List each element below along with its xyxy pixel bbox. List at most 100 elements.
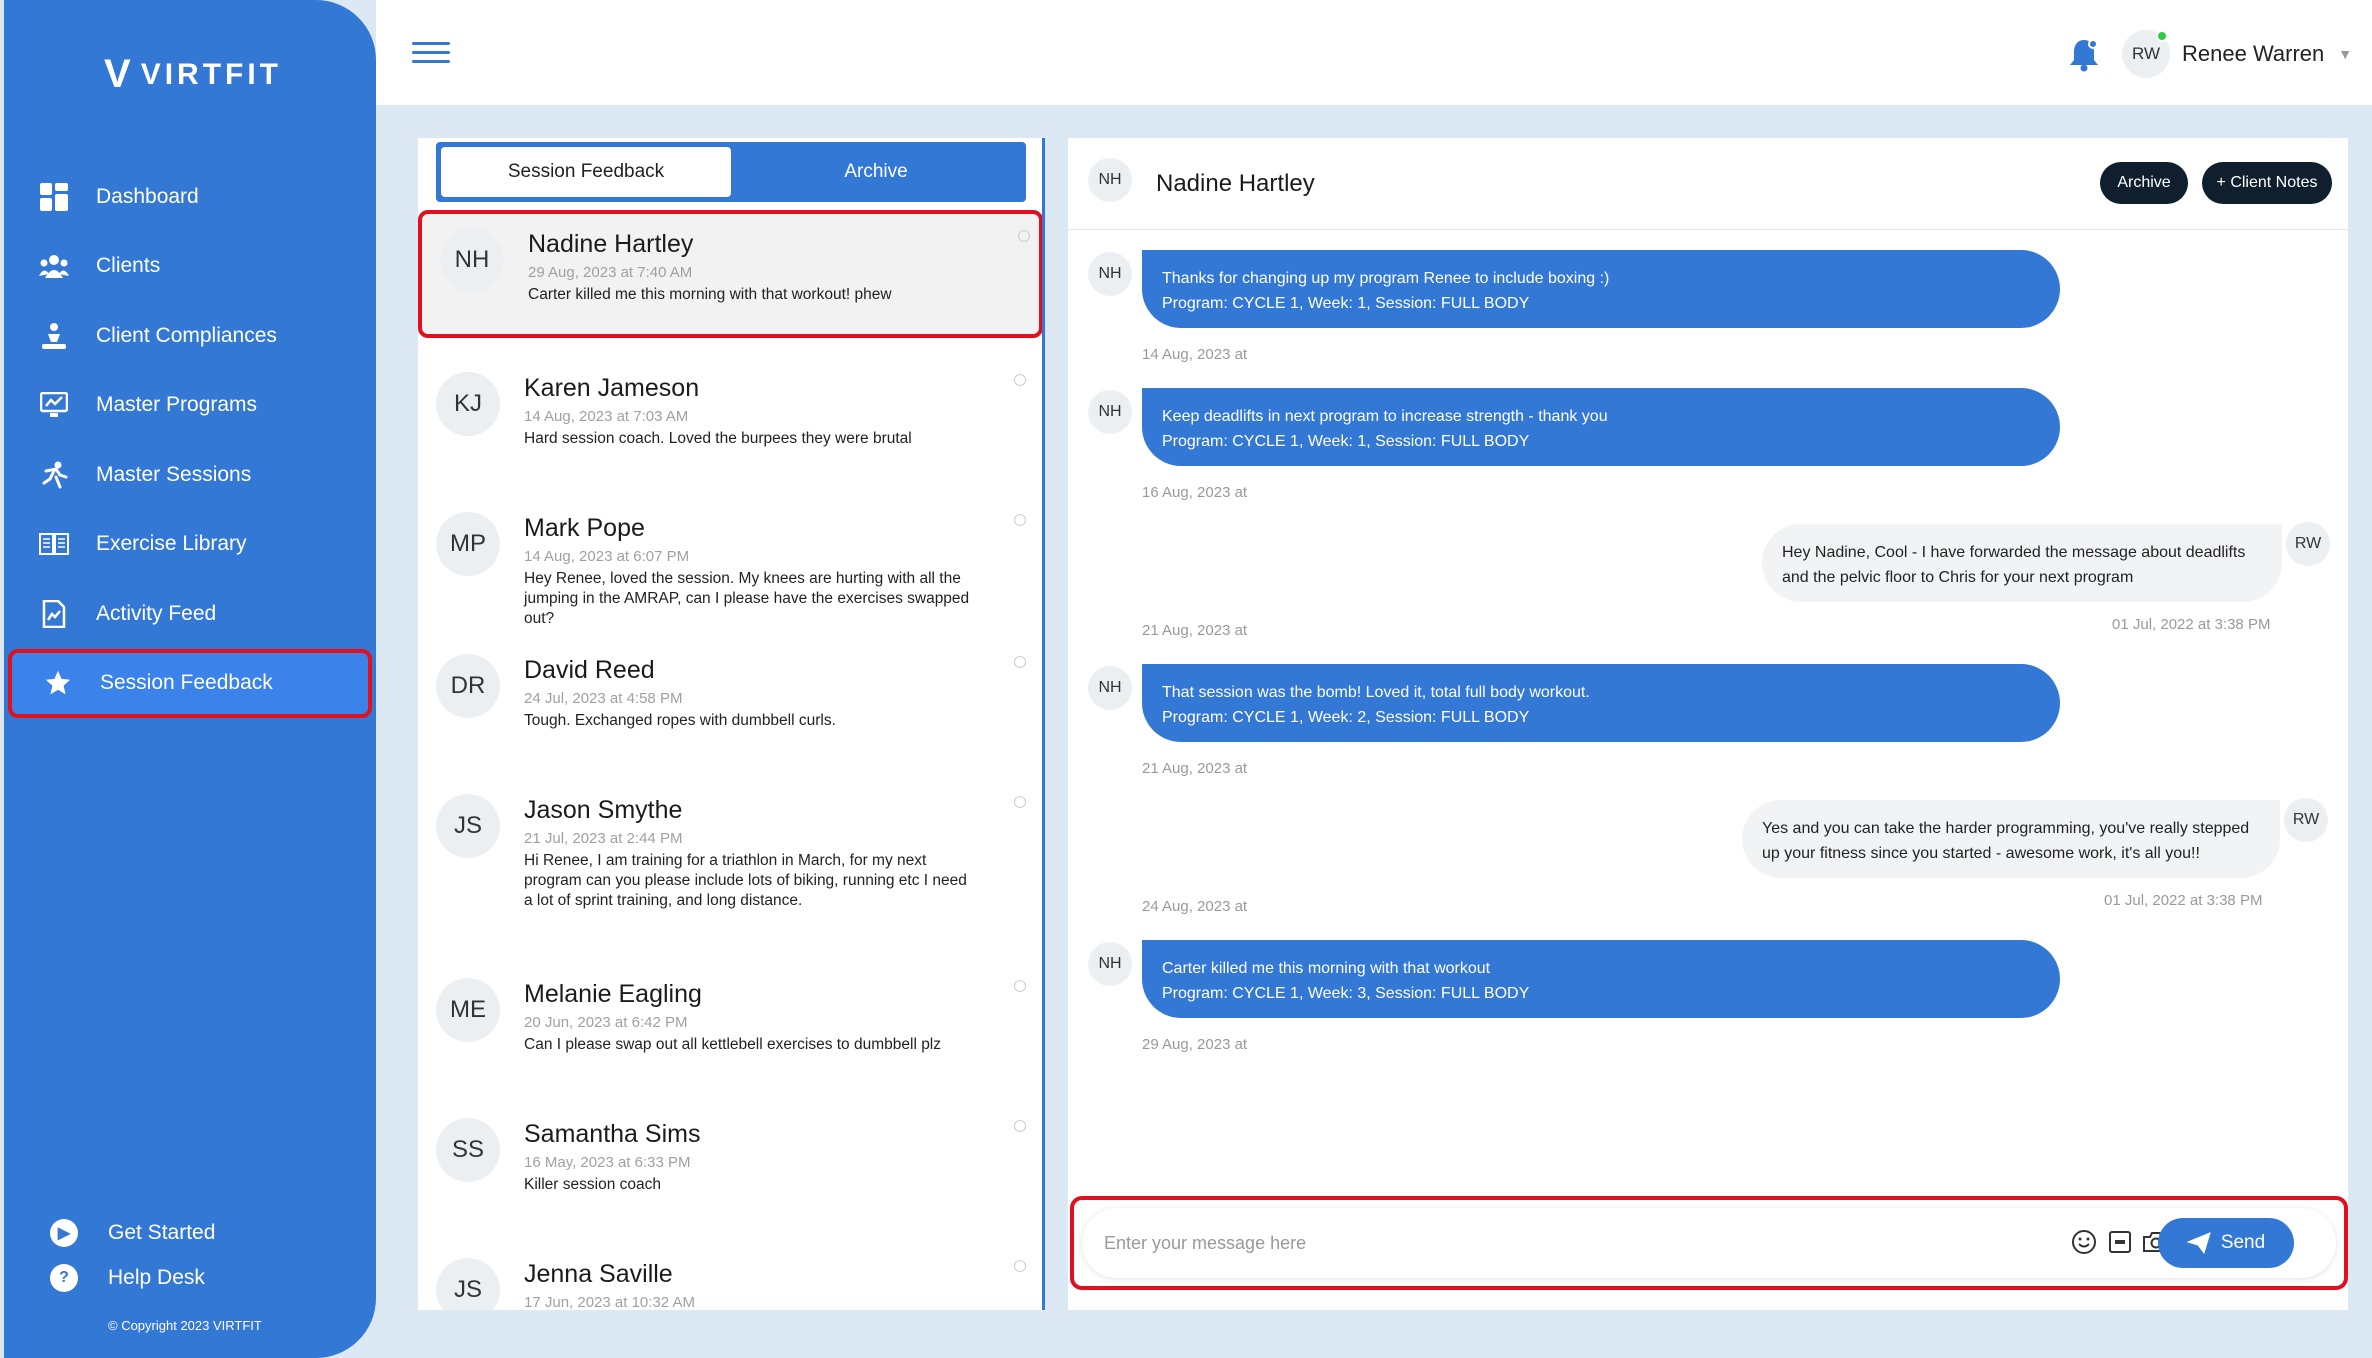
get-started-link[interactable]: ▶ Get Started [50, 1210, 215, 1255]
logo[interactable]: V VIRTFIT [104, 52, 282, 97]
send-label: Send [2220, 1232, 2266, 1253]
avatar: JS [436, 794, 500, 858]
message-date: 24 Aug, 2023 at [1142, 898, 1248, 915]
sidebar-item-exercise-library[interactable]: Exercise Library [4, 510, 376, 580]
list-scrollbar[interactable] [1042, 138, 1045, 1310]
send-icon [2186, 1232, 2211, 1254]
feedback-date: 21 Jul, 2023 at 2:44 PM [524, 830, 683, 847]
list-item[interactable]: JS Jason Smythe 21 Jul, 2023 at 2:44 PM … [418, 780, 1040, 950]
client-notes-button[interactable]: + Client Notes [2202, 162, 2332, 204]
list-item[interactable]: NH Nadine Hartley 29 Aug, 2023 at 7:40 A… [418, 210, 1043, 338]
list-item[interactable]: JS Jenna Saville 17 Jun, 2023 at 10:32 A… [418, 1244, 1040, 1310]
list-tabs: Session Feedback Archive [436, 142, 1026, 202]
sidebar-item-session-feedback[interactable]: Session Feedback [8, 648, 372, 718]
chat-header: NH Nadine Hartley Archive + Client Notes [1068, 138, 2348, 230]
sidebar-item-label: Session Feedback [100, 671, 273, 695]
unread-indicator [1014, 374, 1026, 386]
list-item[interactable]: MP Mark Pope 14 Aug, 2023 at 6:07 PM Hey… [418, 498, 1040, 628]
sidebar-item-client-compliances[interactable]: Client Compliances [4, 301, 376, 371]
message-program: Program: CYCLE 1, Week: 3, Session: FULL… [1162, 985, 1530, 1002]
feedback-message: Hey Renee, loved the session. My knees a… [524, 570, 970, 627]
avatar: ME [436, 978, 500, 1042]
feedback-date: 29 Aug, 2023 at 7:40 AM [528, 264, 693, 281]
client-name: Samantha Sims [524, 1120, 701, 1148]
unread-indicator [1014, 796, 1026, 808]
clients-icon [38, 250, 70, 282]
tab-archive[interactable]: Archive [731, 147, 1021, 197]
client-name: Karen Jameson [524, 374, 700, 402]
message-date: 01 Jul, 2022 at 3:38 PM [2104, 892, 2263, 909]
sidebar-item-label: Client Compliances [96, 323, 277, 347]
client-name: Nadine Hartley [528, 230, 694, 258]
sidebar: V VIRTFIT Dashboard Clients Client Compl… [4, 0, 376, 1358]
message-date: 29 Aug, 2023 at [1142, 1036, 1248, 1053]
message-program: Program: CYCLE 1, Week: 2, Session: FULL… [1162, 709, 1530, 726]
help-icon: ? [50, 1263, 78, 1292]
message-text: Carter killed me this morning with that … [1162, 960, 1491, 977]
notification-bell-icon[interactable] [2068, 38, 2102, 72]
avatar-initials: RW [2131, 44, 2160, 63]
avatar: MP [436, 512, 500, 576]
sidebar-item-label: Dashboard [96, 184, 199, 208]
unread-indicator [1014, 1260, 1026, 1272]
sidebar-item-label: Exercise Library [96, 532, 247, 556]
avatar: NH [1088, 158, 1132, 202]
dashboard-icon [38, 181, 70, 213]
sidebar-item-activity-feed[interactable]: Activity Feed [4, 579, 376, 649]
feedback-message: Hi Renee, I am training for a triathlon … [524, 852, 967, 909]
sidebar-item-clients[interactable]: Clients [4, 232, 376, 302]
message-text: and the pelvic floor to Chris for your n… [1782, 569, 2134, 586]
archive-button[interactable]: Archive [2100, 162, 2188, 204]
message-bubble-incoming: Carter killed me this morning with that … [1142, 940, 2060, 1018]
tab-session-feedback[interactable]: Session Feedback [441, 147, 731, 197]
chat-client-name: Nadine Hartley [1156, 170, 1315, 197]
user-menu[interactable]: RW Renee Warren ▼ [2122, 30, 2352, 78]
message-avatar: NH [1088, 252, 1132, 296]
list-item[interactable]: DR David Reed 24 Jul, 2023 at 4:58 PM To… [418, 640, 1040, 770]
feedback-date: 20 Jun, 2023 at 6:42 PM [524, 1014, 688, 1031]
sidebar-item-master-sessions[interactable]: Master Sessions [4, 440, 376, 510]
copyright: © Copyright 2023 VIRTFIT [108, 1318, 262, 1333]
activity-icon [38, 598, 70, 630]
play-icon: ▶ [50, 1218, 78, 1247]
sidebar-item-dashboard[interactable]: Dashboard [4, 162, 376, 232]
sidebar-item-label: Master Programs [96, 393, 258, 417]
sidebar-item-label: Clients [96, 254, 161, 278]
sidebar-item-master-programs[interactable]: Master Programs [4, 371, 376, 441]
client-name: Jenna Saville [524, 1260, 673, 1288]
client-name: Mark Pope [524, 514, 645, 542]
avatar: SS [436, 1118, 500, 1182]
list-item[interactable]: KJ Karen Jameson 14 Aug, 2023 at 7:03 AM… [418, 358, 1040, 488]
message-avatar: NH [1088, 942, 1132, 986]
chevron-down-icon: ▼ [2338, 46, 2353, 62]
message-text: Thanks for changing up my program Renee … [1162, 270, 1610, 287]
sidebar-nav: Dashboard Clients Client Compliances Mas… [4, 162, 376, 718]
unread-indicator [1014, 980, 1026, 992]
message-bubble-incoming: Keep deadlifts in next program to increa… [1142, 388, 2060, 466]
get-started-label: Get Started [108, 1220, 216, 1244]
chat-panel: NH Nadine Hartley Archive + Client Notes… [1068, 138, 2348, 1310]
avatar: DR [436, 654, 500, 718]
gif-icon[interactable] [2106, 1228, 2134, 1256]
message-date: 21 Aug, 2023 at [1142, 622, 1248, 639]
send-button[interactable]: Send [2158, 1218, 2294, 1268]
list-item[interactable]: ME Melanie Eagling 20 Jun, 2023 at 6:42 … [418, 964, 1040, 1094]
emoji-icon[interactable] [2070, 1228, 2098, 1256]
help-desk-link[interactable]: ? Help Desk [50, 1255, 215, 1300]
message-input[interactable] [1104, 1226, 2004, 1260]
list-item[interactable]: SS Samantha Sims 16 May, 2023 at 6:33 PM… [418, 1104, 1040, 1234]
avatar: KJ [436, 372, 500, 436]
logo-text: VIRTFIT [140, 57, 283, 91]
sessions-icon [38, 459, 70, 491]
menu-toggle-icon[interactable] [412, 42, 450, 69]
user-name: Renee Warren [2182, 41, 2325, 66]
avatar: RW [2122, 30, 2170, 78]
feedback-date: 16 May, 2023 at 6:33 PM [524, 1154, 691, 1171]
message-avatar: RW [2286, 522, 2330, 566]
unread-indicator [1014, 514, 1026, 526]
feedback-message: Killer session coach [524, 1176, 661, 1193]
library-icon [38, 528, 70, 560]
feedback-message: Tough. Exchanged ropes with dumbbell cur… [524, 712, 836, 729]
message-composer: Send [1070, 1196, 2348, 1290]
feedback-list-panel: Session Feedback Archive NH Nadine Hartl… [418, 138, 1045, 1310]
